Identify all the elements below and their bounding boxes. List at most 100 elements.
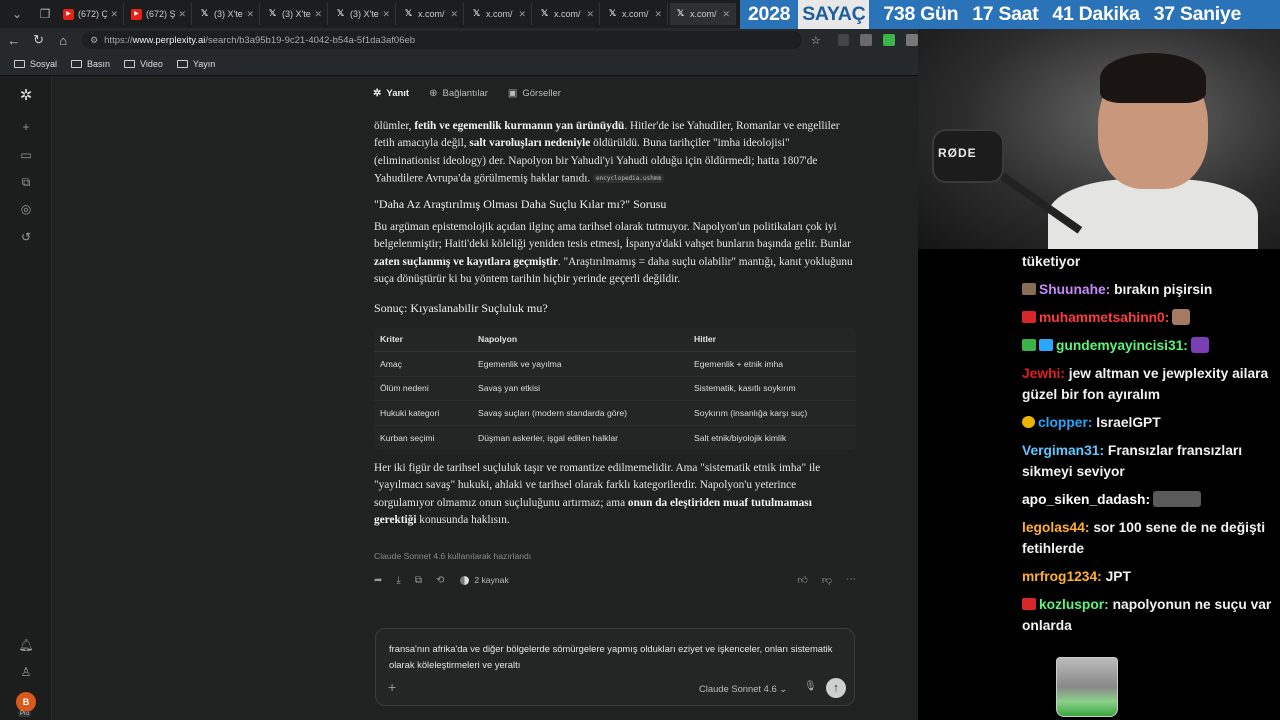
account-icon[interactable]: ♙ (17, 663, 35, 681)
tab-links[interactable]: ⊕ Bağlantılar (429, 88, 488, 99)
tab-title: (672) Şa (146, 9, 176, 19)
close-icon[interactable]: ✕ (178, 9, 186, 20)
close-icon[interactable]: ✕ (654, 9, 662, 20)
chat-message: apo_siken_dadash: (1022, 489, 1272, 510)
pro-badge: Pro (18, 711, 32, 717)
bookmark-folder-basin[interactable]: Basın (71, 59, 110, 69)
more-options-icon[interactable]: ⋯ (846, 574, 856, 586)
tab-search-icon[interactable]: ⌄ (6, 3, 28, 25)
close-icon[interactable]: ✕ (450, 9, 458, 20)
tab-title: (3) X'te (214, 9, 243, 19)
close-icon[interactable]: ✕ (518, 9, 526, 20)
url-field[interactable]: ⚙ https://www.perplexity.ai/search/b3a95… (82, 31, 802, 49)
tab-label: Yanıt (386, 88, 410, 99)
sources-button[interactable]: 2 kaynak (460, 575, 509, 585)
browser-tab[interactable]: ▶ (672) Şa✕ (126, 3, 192, 25)
rewrite-icon[interactable]: ⟲ (436, 575, 444, 586)
table-cell: Ölüm nedeni (374, 376, 472, 402)
bookmark-folder-sosyal[interactable]: Sosyal (14, 59, 57, 69)
countdown-label: SAYAÇ (798, 0, 870, 29)
bookmark-folder-yayin[interactable]: Yayın (176, 59, 215, 69)
browser-tab[interactable]: 𝕏x.com/ ✕ (398, 3, 464, 25)
bookmark-folder-video[interactable]: Video (124, 59, 163, 69)
download-icon[interactable]: ⤓ (396, 575, 400, 586)
browser-tab[interactable]: 𝕏 (3) X'te ✕ (262, 3, 328, 25)
close-icon[interactable]: ✕ (586, 9, 594, 20)
chat-text: JPT (1101, 569, 1131, 584)
table-cell: Amaç (374, 351, 472, 377)
table-cell: Kurban seçimi (380, 432, 435, 443)
tab-title: x.com/ (418, 9, 445, 19)
avatar[interactable]: B (16, 692, 36, 712)
new-thread-icon[interactable]: + (17, 118, 35, 136)
tab-title: (672) Ça (78, 9, 108, 19)
reload-icon[interactable]: ↻ (28, 30, 50, 50)
answer-paragraph: ölümler, fetih ve egemenlik kurmanın yan… (374, 118, 856, 188)
table-cell: Savaş suçları (modern standarda göre) (472, 400, 688, 426)
close-icon[interactable]: ✕ (382, 9, 390, 20)
home-icon[interactable]: ⌂ (52, 30, 74, 50)
x-icon: 𝕏 (404, 8, 413, 19)
browser-tab[interactable]: 𝕏x.com/ ✕ (602, 3, 668, 25)
table-header-row: Kriter Napolyon Hitler (374, 327, 856, 353)
close-icon[interactable]: ✕ (246, 9, 254, 20)
extension-icon[interactable] (906, 34, 918, 46)
focus-icon[interactable]: ◎ (17, 200, 35, 218)
browser-tab[interactable]: 𝕏 (3) X'te ✕ (194, 3, 260, 25)
chat-message: Jewhi: jew altman ve jewplexity ailara g… (1022, 363, 1272, 405)
share-icon[interactable]: ➦ (374, 575, 382, 586)
follow-up-composer[interactable]: fransa'nın afrika'da ve diğer bölgelerde… (375, 628, 855, 706)
model-selector[interactable]: Claude Sonnet 4.6 ⌄ (699, 683, 787, 695)
copy-icon[interactable]: ⧉ (415, 575, 422, 586)
site-info-icon[interactable]: ⚙ (90, 35, 98, 46)
extension-icon[interactable] (883, 34, 896, 46)
tab-title: x.com/ (486, 9, 513, 19)
tab-label: Bağlantılar (442, 88, 488, 99)
chat-message: mrfrog1234: JPT (1022, 566, 1272, 587)
close-icon[interactable]: ✕ (110, 9, 118, 20)
close-icon[interactable]: ✕ (314, 9, 322, 20)
tab-label: Görseller (522, 88, 561, 99)
extension-icon[interactable] (837, 34, 850, 46)
workspaces-icon[interactable]: ❐ (34, 3, 56, 25)
close-icon[interactable]: ✕ (722, 9, 730, 20)
attach-icon[interactable]: + (388, 679, 396, 695)
model-attribution: Claude Sonnet 4.6 kullanılarak hazırland… (374, 551, 532, 561)
discover-icon[interactable]: ⧉ (17, 173, 35, 191)
notifications-icon[interactable]: 🔔︎ (17, 636, 35, 654)
spaces-icon[interactable]: ▭ (17, 146, 35, 164)
chat-message: Vergiman31: Fransızlar fransızları sikme… (1022, 440, 1272, 482)
browser-tab[interactable]: 𝕏x.com/ ✕ (466, 3, 532, 25)
table-cell: Egemenlik + etnik imha (688, 351, 856, 377)
microphone-icon[interactable]: 🎙︎ (804, 681, 817, 692)
table-cell: Savaş yan etkisi (472, 376, 688, 402)
column-header: Hitler (688, 327, 856, 353)
chat-message: gundemyayincisi31: (1022, 335, 1272, 356)
bookmark-star-icon[interactable]: ☆ (805, 30, 827, 50)
thumbs-down-icon[interactable]: 👎︎ (822, 574, 832, 586)
chat-username: mrfrog1234: (1022, 569, 1102, 584)
browser-tab[interactable]: 𝕏 (3) X'te ✕ (330, 3, 396, 25)
tab-answer[interactable]: ✲ Yanıt (373, 88, 409, 99)
send-button[interactable]: ↑ (826, 678, 846, 698)
x-icon: 𝕏 (268, 8, 277, 19)
chat-text: IsraelGPT (1092, 415, 1161, 430)
sources-icon (460, 575, 470, 585)
extension-icon[interactable] (860, 34, 873, 46)
browser-tab[interactable]: ▶ (672) Ça✕ (58, 3, 124, 25)
stream-chat: tüketiyor Shuunahe: bırakın pişirsin muh… (918, 249, 1280, 720)
chat-text: bırakın pişirsin (1110, 282, 1213, 297)
browser-tab[interactable]: 𝕏x.com/ ✕ (534, 3, 600, 25)
column-header: Napolyon (472, 327, 688, 353)
browser-tab-active[interactable]: 𝕏x.com/ ✕ (670, 3, 736, 25)
follow-up-input[interactable]: fransa'nın afrika'da ve diğer bölgelerde… (389, 641, 839, 673)
perplexity-logo-icon[interactable]: ✲ (17, 86, 35, 104)
tab-images[interactable]: ▣ Görseller (508, 88, 561, 99)
table-row: Amaç Egemenlik ve yayılma Egemenlik + et… (374, 351, 856, 377)
answer-paragraph: Bu argüman epistemolojik açıdan ilginç a… (374, 219, 856, 289)
text-run: Bu argüman epistemolojik açıdan ilginç a… (374, 220, 851, 251)
back-arrow-icon[interactable]: ← (3, 30, 25, 50)
thumbs-up-icon[interactable]: 👍︎ (797, 574, 807, 586)
history-icon[interactable]: ↺ (17, 228, 35, 246)
citation-chip[interactable]: encyclopedia.ushmm (593, 174, 665, 184)
